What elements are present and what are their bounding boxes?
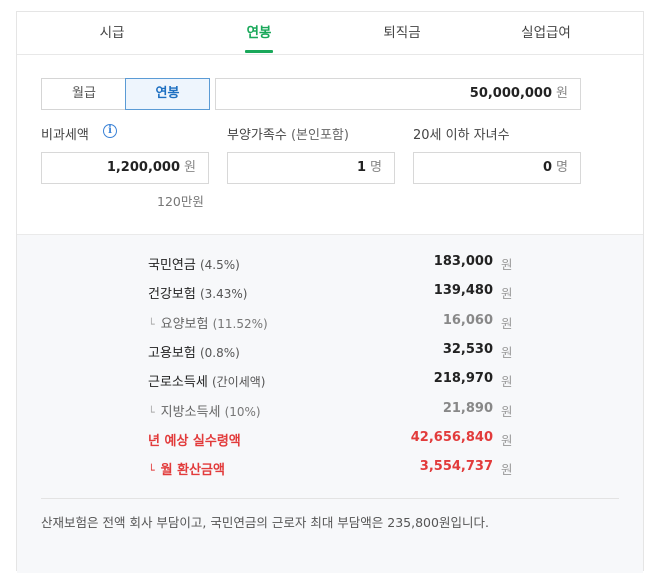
result-row: 건강보험 (3.43%) 139,480 원 (17, 283, 643, 305)
active-tab-indicator (245, 50, 273, 53)
result-row: └ 월 환산금액 3,554,737 원 (17, 459, 643, 481)
children-value: 0 (542, 160, 553, 175)
result-name-text: 국민연금 (148, 258, 196, 273)
nontaxable-hint: 120만원 (157, 194, 204, 209)
result-row: 고용보험 (0.8%) 32,530 원 (17, 342, 643, 364)
result-amount: 32,530 (442, 342, 493, 357)
result-rate: (0.8%) (199, 346, 240, 360)
result-name-text: 년 예상 실수령액 (148, 434, 241, 449)
dependents-value: 1 (356, 160, 367, 175)
salary-input[interactable]: 50,000,000 원 (215, 78, 581, 110)
dependents-label: 부양가족수 (본인포함) (227, 124, 349, 143)
result-name-text: 건강보험 (148, 287, 196, 302)
result-name-text: 월 환산금액 (160, 463, 225, 478)
result-unit: 원 (501, 433, 513, 448)
result-rate: (간이세액) (211, 375, 266, 389)
salary-value: 50,000,000 (469, 86, 553, 101)
result-name: 년 예상 실수령액 (148, 430, 241, 449)
result-name-text: 고용보험 (148, 346, 196, 361)
result-amount: 21,890 (442, 401, 493, 416)
result-name-text: 근로소득세 (148, 375, 208, 390)
branch-glyph: └ (148, 464, 155, 477)
footnote: 산재보험은 전액 회사 부담이고, 국민연금의 근로자 최대 부담액은 235,… (41, 515, 489, 530)
salary-unit: 원 (556, 86, 568, 101)
result-unit: 원 (501, 286, 513, 301)
result-amount: 139,480 (433, 283, 493, 298)
result-unit: 원 (501, 462, 513, 477)
nontaxable-input[interactable]: 1,200,000 원 (41, 152, 209, 184)
result-rate: (10%) (224, 405, 261, 419)
result-row: 년 예상 실수령액 42,656,840 원 (17, 430, 643, 452)
result-unit: 원 (501, 316, 513, 331)
nontaxable-unit: 원 (184, 160, 196, 175)
result-unit: 원 (501, 404, 513, 419)
result-panel: 국민연금 (4.5%) 183,000 원 건강보험 (3.43%) 139,480 원 └… (17, 234, 643, 573)
result-amount: 3,554,737 (419, 459, 493, 474)
branch-glyph: └ (148, 406, 155, 419)
nontaxable-label: 비과세액 (41, 128, 89, 143)
dependents-label-text: 부양가족수 (227, 128, 287, 143)
result-name: 건강보험 (3.43%) (148, 283, 247, 302)
dependents-label-paren: (본인포함) (290, 128, 349, 143)
dependents-unit: 명 (370, 160, 382, 175)
annual-toggle-button[interactable]: 연봉 (125, 78, 210, 110)
result-amount: 183,000 (433, 254, 493, 269)
tab-severance[interactable]: 퇴직금 (347, 12, 457, 54)
result-rate: (11.52%) (212, 317, 268, 331)
result-name: 고용보험 (0.8%) (148, 342, 240, 361)
result-unit: 원 (501, 345, 513, 360)
result-name: 국민연금 (4.5%) (148, 254, 240, 273)
monthly-toggle-button[interactable]: 월급 (41, 78, 126, 110)
children-label: 20세 이하 자녀수 (413, 128, 510, 143)
result-name-text: 요양보험 (160, 317, 209, 332)
result-unit: 원 (501, 257, 513, 272)
result-name: └ 지방소득세 (10%) (148, 401, 261, 420)
calculator-panel: 시급 연봉 퇴직금 실업급여 월급 연봉 50,000,000 원 비과세액 i … (16, 11, 644, 573)
divider (41, 498, 619, 499)
info-icon[interactable]: i (103, 124, 117, 138)
tab-bar: 시급 연봉 퇴직금 실업급여 (17, 12, 643, 55)
result-unit: 원 (501, 374, 513, 389)
result-name: └ 월 환산금액 (148, 459, 225, 478)
result-amount: 16,060 (442, 313, 493, 328)
result-row: └ 요양보험 (11.52%) 16,060 원 (17, 313, 643, 335)
result-name: 근로소득세 (간이세액) (148, 371, 265, 390)
children-unit: 명 (556, 160, 568, 175)
dependents-input[interactable]: 1명 (227, 152, 395, 184)
result-amount: 42,656,840 (410, 430, 493, 445)
nontaxable-value: 1,200,000 (106, 160, 181, 175)
result-name: └ 요양보험 (11.52%) (148, 313, 268, 332)
result-name-text: 지방소득세 (160, 405, 221, 420)
result-rate: (3.43%) (199, 287, 248, 301)
result-row: └ 지방소득세 (10%) 21,890 원 (17, 401, 643, 423)
tab-annual[interactable]: 연봉 (204, 12, 314, 54)
result-row: 국민연금 (4.5%) 183,000 원 (17, 254, 643, 276)
tab-unemployment[interactable]: 실업급여 (491, 12, 601, 54)
result-rate: (4.5%) (199, 258, 240, 272)
branch-glyph: └ (148, 318, 155, 331)
children-input[interactable]: 0명 (413, 152, 581, 184)
result-amount: 218,970 (433, 371, 493, 386)
tab-hourly[interactable]: 시급 (57, 12, 167, 54)
result-row: 근로소득세 (간이세액) 218,970 원 (17, 371, 643, 393)
